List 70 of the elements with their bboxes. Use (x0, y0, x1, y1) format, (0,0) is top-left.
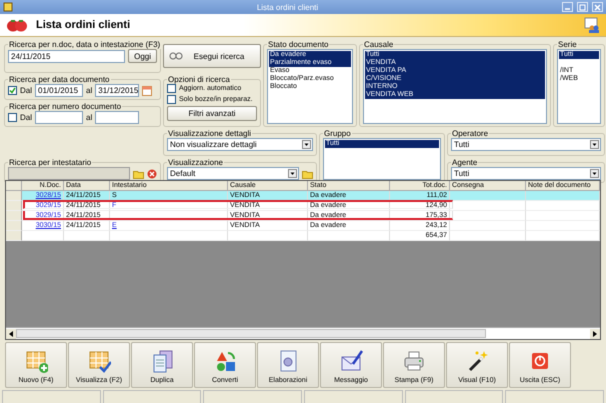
dropdown-icon (288, 169, 297, 178)
holder-field[interactable] (8, 167, 130, 180)
glasses-icon (169, 52, 183, 60)
app-icon (3, 2, 13, 12)
page-title: Lista ordini clienti (36, 19, 132, 31)
scrollbar-thumb[interactable] (16, 329, 486, 338)
combo-value: Default (170, 169, 196, 178)
grid-plus-icon (24, 349, 48, 373)
group-label: Visualizzazione (167, 158, 224, 167)
users-list-icon (584, 17, 600, 33)
row-header (6, 201, 22, 211)
right-arrow-icon (590, 328, 600, 338)
group-label: Gruppo (323, 129, 352, 138)
maximize-icon (578, 2, 587, 12)
horizontal-scrollbar[interactable] (6, 327, 600, 339)
group-label: Ricerca per intestatario (8, 158, 92, 167)
printer-icon (402, 349, 426, 373)
date-field[interactable]: 01/01/2015 (35, 84, 84, 97)
grid-check-icon (87, 349, 111, 373)
search-field[interactable]: 24/11/2015 (8, 50, 126, 62)
view-dropdown[interactable]: Default (167, 167, 299, 180)
close-button[interactable] (592, 2, 603, 12)
group-label: Ricerca per numero documento (8, 102, 122, 111)
agent-dropdown[interactable]: Tutti (451, 167, 601, 180)
group-label: Ricerca per data documento (8, 75, 110, 84)
group-label: Operatore (451, 129, 490, 138)
strawberries-icon (6, 18, 28, 32)
field-label: al (86, 86, 92, 95)
row-header (6, 231, 22, 241)
left-arrow-icon (6, 328, 16, 338)
checkbox-label: Dal (20, 113, 32, 122)
calendar-icon (142, 86, 152, 96)
combo-value: Tutti (454, 169, 470, 178)
group-label: Opzioni di ricerca (167, 75, 231, 84)
search-button[interactable]: Esegui ricerca (163, 44, 261, 68)
number-field[interactable] (95, 111, 140, 124)
combo-value: Tutti (454, 140, 470, 149)
maximize-button[interactable] (577, 2, 588, 12)
details-dropdown[interactable]: Non visualizzare dettagli (167, 138, 313, 151)
checkbox[interactable] (167, 84, 176, 93)
checkbox[interactable] (167, 95, 176, 104)
group-label: Stato documento (267, 40, 330, 49)
dropdown-icon (590, 169, 599, 178)
number-field[interactable] (35, 111, 84, 124)
minimize-button[interactable] (562, 2, 573, 12)
row-header (6, 221, 22, 231)
group-label: Causale (363, 40, 394, 49)
clear-icon (147, 168, 157, 178)
corner-cell (6, 181, 22, 191)
row-header (6, 191, 22, 201)
row-header (6, 211, 22, 221)
operator-dropdown[interactable]: Tutti (451, 138, 601, 151)
checkbox[interactable] (8, 113, 17, 122)
check-icon (9, 87, 16, 94)
envelope-pen-icon (339, 349, 363, 373)
checkbox[interactable] (8, 86, 17, 95)
today-button[interactable]: Oggi (128, 49, 157, 63)
group-label: Serie (557, 40, 578, 49)
field-label: al (86, 113, 92, 122)
dropdown-icon (302, 140, 311, 149)
group-label: Ricerca per n.doc, data o intestazione (F3) (8, 40, 162, 49)
dropdown-icon (590, 140, 599, 149)
advanced-filters-button[interactable]: Filtri avanzati (167, 106, 257, 121)
combo-value: Non visualizzare dettagli (170, 140, 257, 149)
date-field[interactable]: 31/12/2015 (95, 84, 140, 97)
group-label: Visualizzazione dettagli (167, 129, 252, 138)
window-title: Lista ordini clienti (256, 2, 320, 12)
close-icon (593, 2, 602, 12)
group-label: Agente (451, 158, 478, 167)
checkbox-label: Dal (20, 86, 32, 95)
